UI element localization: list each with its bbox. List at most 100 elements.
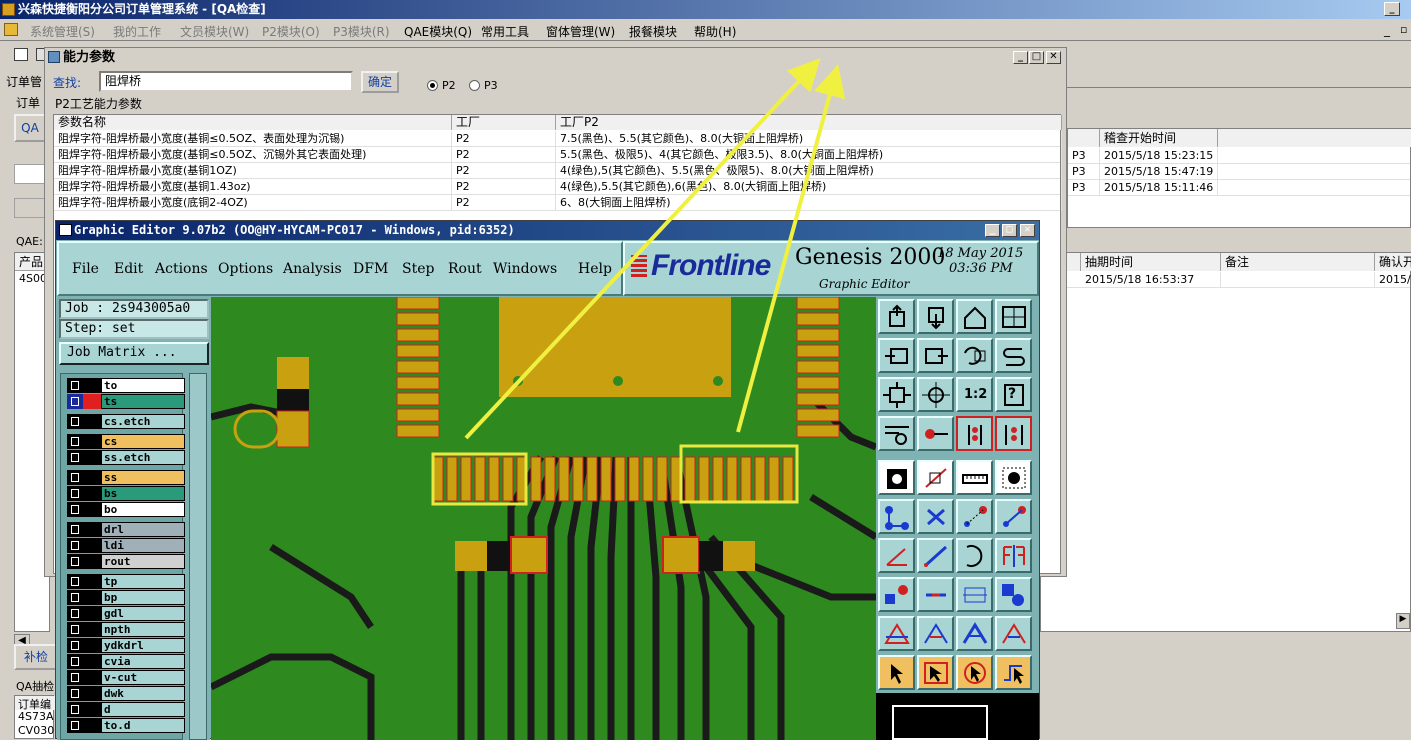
menu-system[interactable]: 系统管理(S) xyxy=(30,23,95,40)
layer-checkbox[interactable] xyxy=(67,522,83,537)
menu-p3[interactable]: P3模块(R) xyxy=(333,23,390,40)
layer-row[interactable]: ss xyxy=(67,470,185,485)
move-point-icon[interactable] xyxy=(956,499,993,534)
layer-row[interactable]: v-cut xyxy=(67,670,185,685)
layer-row[interactable]: d xyxy=(67,702,185,717)
minimize-button[interactable]: _ xyxy=(1013,51,1028,64)
menu-p2[interactable]: P2模块(O) xyxy=(262,23,320,40)
text-tool-icon[interactable] xyxy=(956,616,993,651)
minimize-button[interactable]: _ xyxy=(985,224,1000,237)
menu-step[interactable]: Step xyxy=(402,261,434,277)
menu-meal[interactable]: 报餐模块 xyxy=(629,23,677,40)
layer-row[interactable]: dwk xyxy=(67,686,185,701)
ruler-icon[interactable] xyxy=(956,460,993,495)
maximize-button[interactable]: □ xyxy=(1029,51,1044,64)
layer-row[interactable]: cs.etch xyxy=(67,414,185,429)
qa-button[interactable]: QA xyxy=(14,114,46,142)
confirm-button[interactable]: 确定 xyxy=(361,71,399,93)
pcb-canvas[interactable] xyxy=(211,297,876,740)
menu-tools[interactable]: 常用工具 xyxy=(481,23,529,40)
mdi-minimize-icon[interactable]: _ xyxy=(1384,23,1390,37)
radio-p2[interactable] xyxy=(427,80,438,91)
recheck-button[interactable]: 补检 xyxy=(14,644,58,670)
audit-row[interactable]: P3 2015/5/18 15:47:19 xyxy=(1068,164,1410,180)
layer-row[interactable]: to.d xyxy=(67,718,185,733)
line-edit-icon[interactable] xyxy=(917,460,954,495)
add-line-icon[interactable] xyxy=(917,577,954,612)
redraw-icon[interactable] xyxy=(995,338,1032,373)
menu-windows[interactable]: Windows xyxy=(493,261,557,277)
layer-checkbox[interactable] xyxy=(67,670,83,685)
outline-icon[interactable] xyxy=(995,616,1032,651)
menu-my-work[interactable]: 我的工作 xyxy=(113,23,161,40)
audit-row[interactable]: P3 2015/5/18 15:23:15 xyxy=(1068,148,1410,164)
layer-row[interactable]: gdl xyxy=(67,606,185,621)
layer-row[interactable]: ts xyxy=(67,394,185,409)
connect-icon[interactable] xyxy=(878,499,915,534)
layer-checkbox[interactable] xyxy=(67,654,83,669)
angle-icon[interactable] xyxy=(878,538,915,573)
pad-outline-icon[interactable] xyxy=(995,460,1032,495)
menu-qae[interactable]: QAE模块(Q) xyxy=(404,23,472,40)
layer-checkbox[interactable] xyxy=(67,470,83,485)
sample-row[interactable]: 2015/5/18 16:53:37 2015/5 xyxy=(1041,272,1411,288)
home-icon[interactable] xyxy=(956,299,993,334)
layer-checkbox[interactable] xyxy=(67,554,83,569)
dimension-icon[interactable] xyxy=(956,577,993,612)
layer-checkbox[interactable] xyxy=(67,718,83,733)
fit-window-icon[interactable] xyxy=(878,377,915,412)
menu-options[interactable]: Options xyxy=(218,261,273,277)
zoom-top-icon[interactable] xyxy=(878,299,915,334)
search-input[interactable]: 阻焊桥 xyxy=(99,71,353,92)
layer-row[interactable]: rout xyxy=(67,554,185,569)
menu-window[interactable]: 窗体管理(W) xyxy=(546,23,615,40)
mdi-restore-icon[interactable]: ▫ xyxy=(1400,23,1407,36)
measure-icon[interactable] xyxy=(917,416,954,451)
minimize-button[interactable]: _ xyxy=(1384,2,1400,16)
layer-checkbox[interactable] xyxy=(67,606,83,621)
radio-p3[interactable] xyxy=(469,80,480,91)
draw-line-icon[interactable] xyxy=(917,538,954,573)
zoom-ratio-button[interactable]: 1:2 xyxy=(956,377,993,412)
layer-checkbox[interactable] xyxy=(67,434,83,449)
scroll-right-button[interactable]: ▶ xyxy=(1396,613,1410,629)
pan-left-icon[interactable] xyxy=(878,338,915,373)
layer-row[interactable]: bs xyxy=(67,486,185,501)
menu-dfm[interactable]: DFM xyxy=(353,261,388,277)
mirror-icon[interactable] xyxy=(995,538,1032,573)
layer-row[interactable]: bo xyxy=(67,502,185,517)
layer-checkbox[interactable] xyxy=(67,394,83,409)
polygon-icon[interactable] xyxy=(878,616,915,651)
layer-row[interactable]: to xyxy=(67,378,185,393)
layer-row[interactable]: npth xyxy=(67,622,185,637)
window-split-icon[interactable] xyxy=(995,299,1032,334)
layer-checkbox[interactable] xyxy=(67,622,83,637)
menu-actions[interactable]: Actions xyxy=(155,261,208,277)
layer-checkbox[interactable] xyxy=(67,414,83,429)
menu-file[interactable]: File xyxy=(72,261,99,277)
layer-row[interactable]: ldi xyxy=(67,538,185,553)
layer-row[interactable]: cs xyxy=(67,434,185,449)
layer-checkbox[interactable] xyxy=(67,450,83,465)
help-icon[interactable]: ? xyxy=(995,377,1032,412)
layer-checkbox[interactable] xyxy=(67,638,83,653)
capability-row[interactable]: 阻焊字符-阻焊桥最小宽度(基铜≤0.5OZ、沉锡外其它表面处理) P2 5.5(… xyxy=(54,147,1062,163)
layer-view-icon[interactable] xyxy=(956,416,993,451)
add-pad-icon[interactable] xyxy=(878,577,915,612)
zoom-bottom-icon[interactable] xyxy=(917,299,954,334)
layer-row[interactable]: bp xyxy=(67,590,185,605)
audit-row[interactable]: P3 2015/5/18 15:11:46 xyxy=(1068,180,1410,196)
layer-compare-icon[interactable] xyxy=(995,416,1032,451)
left-input-2[interactable] xyxy=(14,198,46,218)
layer-checkbox[interactable] xyxy=(67,502,83,517)
menu-edit[interactable]: Edit xyxy=(114,261,143,277)
select-pointer-icon[interactable] xyxy=(878,655,915,690)
form-icon[interactable] xyxy=(14,48,28,61)
layer-row[interactable]: ss.etch xyxy=(67,450,185,465)
layer-checkbox[interactable] xyxy=(67,686,83,701)
menu-analysis[interactable]: Analysis xyxy=(283,261,342,277)
copy-icon[interactable] xyxy=(995,577,1032,612)
layer-checkbox[interactable] xyxy=(67,538,83,553)
layer-scrollbar[interactable] xyxy=(189,373,207,740)
layer-row[interactable]: cvia xyxy=(67,654,185,669)
